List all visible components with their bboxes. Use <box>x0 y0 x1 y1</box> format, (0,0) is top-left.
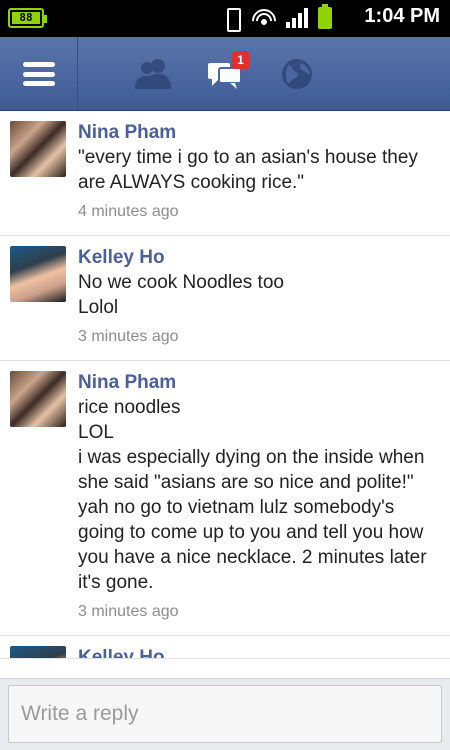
message-item: Nina Pham "every time i go to an asian's… <box>0 111 450 236</box>
sender-name[interactable]: Kelley Ho <box>78 646 438 658</box>
friends-icon[interactable] <box>135 57 171 91</box>
avatar[interactable] <box>10 371 66 427</box>
battery-level-text: 88 <box>12 12 40 24</box>
message-text: No we cook Noodles too Lolol <box>78 272 284 318</box>
sender-name[interactable]: Nina Pham <box>78 121 438 145</box>
avatar[interactable] <box>10 246 66 302</box>
message-timestamp: 3 minutes ago <box>78 603 179 620</box>
battery-icon <box>318 4 332 29</box>
sender-name[interactable]: Kelley Ho <box>78 246 438 270</box>
battery-level-icon: 88 <box>8 8 47 28</box>
message-item: Kelley Ho <box>0 636 450 659</box>
menu-button[interactable] <box>0 37 78 111</box>
message-text: rice noodles LOL i was especially dying … <box>78 397 427 593</box>
globe-icon[interactable] <box>279 57 315 91</box>
reply-input[interactable] <box>8 685 442 743</box>
vibrate-icon <box>222 7 242 32</box>
status-time: 1:04 PM <box>364 5 440 27</box>
messages-badge: 1 <box>232 51 249 69</box>
status-bar: 88 1:04 PM <box>0 0 450 37</box>
message-item: Kelley Ho No we cook Noodles too Lolol 3… <box>0 236 450 361</box>
signal-icon <box>286 8 308 28</box>
message-timestamp: 4 minutes ago <box>78 203 179 220</box>
avatar[interactable] <box>10 121 66 177</box>
message-item: Nina Pham rice noodles LOL i was especia… <box>0 361 450 636</box>
status-icons <box>222 4 332 32</box>
avatar[interactable] <box>10 646 66 658</box>
sender-name[interactable]: Nina Pham <box>78 371 438 395</box>
message-thread[interactable]: Nina Pham "every time i go to an asian's… <box>0 111 450 678</box>
wifi-icon <box>252 7 276 29</box>
menu-icon <box>22 62 55 86</box>
message-timestamp: 3 minutes ago <box>78 328 179 345</box>
reply-bar <box>0 678 450 750</box>
app-header: 1 <box>0 37 450 111</box>
message-text: "every time i go to an asian's house the… <box>78 147 424 193</box>
